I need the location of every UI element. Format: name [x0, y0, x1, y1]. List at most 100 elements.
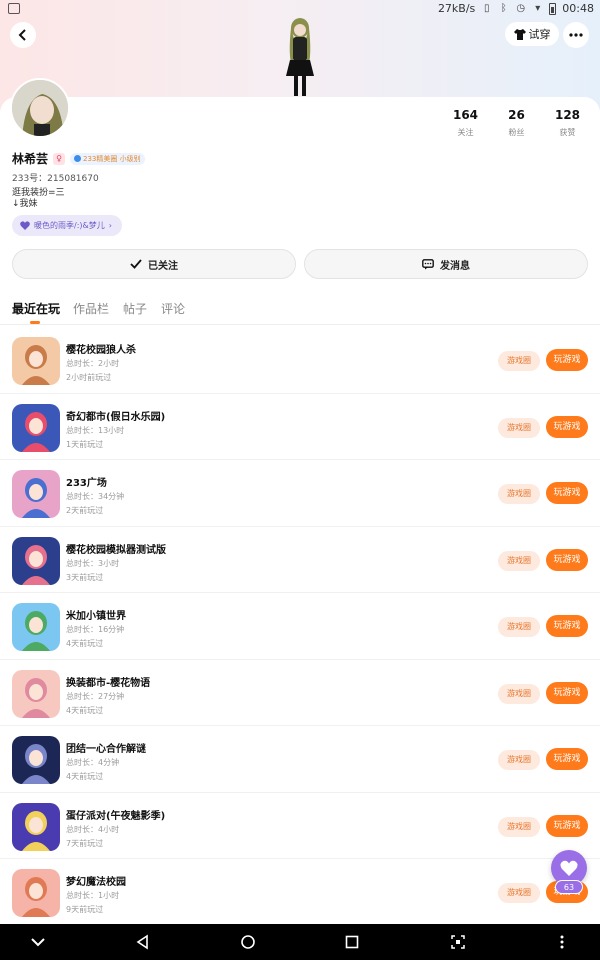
game-row[interactable]: 梦幻魔法校园总时长：1小时9天前玩过游戏圈玩游戏	[0, 859, 600, 926]
stat-number: 164	[452, 108, 479, 122]
heart-icon	[560, 860, 578, 876]
game-circle-button[interactable]: 游戏圈	[498, 816, 540, 837]
game-icon[interactable]	[12, 403, 60, 452]
back-button[interactable]	[10, 22, 36, 48]
game-last-played: 7天前玩过	[66, 838, 104, 848]
tab-recently-played[interactable]: 最近在玩	[12, 300, 60, 317]
back-nav-icon[interactable]	[135, 934, 151, 950]
game-icon[interactable]	[12, 736, 60, 784]
try-on-button[interactable]: 试穿	[505, 22, 559, 46]
check-icon	[130, 259, 142, 269]
game-icon[interactable]	[12, 802, 60, 851]
game-name: 换装都市-樱花物语	[66, 677, 151, 689]
tab-posts[interactable]: 帖子	[123, 300, 147, 317]
game-row[interactable]: 樱花校园模拟器测试版 总时长：3小时 3天前玩过 游戏圈 玩游戏	[0, 527, 600, 593]
stat-label: 获赞	[559, 128, 576, 137]
profile-bio: 逛我装扮=三 ↓我妹	[12, 188, 65, 210]
play-game-button[interactable]: 玩游戏	[546, 482, 588, 504]
home-nav-icon[interactable]	[240, 934, 256, 950]
game-icon[interactable]	[12, 603, 60, 651]
game-name: 樱花校园狼人杀	[66, 345, 136, 356]
game-circle-button[interactable]: 游戏圈	[498, 417, 540, 438]
game-circle-button[interactable]: 游戏圈	[498, 550, 540, 571]
shirt-icon	[513, 28, 526, 40]
level-badge[interactable]: 233精美圈 小级别	[70, 152, 145, 165]
stat-likes[interactable]: 128 获赞	[542, 108, 593, 138]
back-arrow-icon	[18, 29, 26, 41]
send-message-button[interactable]: 发消息	[304, 249, 588, 279]
network-speed: 27kB/s	[437, 2, 476, 15]
game-list: 樱花校园狼人杀 总时长：2小时 2小时前玩过 游戏圈 玩游戏奇幻都市(假日水乐园) 总时长…	[0, 327, 600, 926]
play-game-button[interactable]: 玩游戏	[546, 615, 588, 637]
game-duration: 总时长：3小时	[66, 558, 120, 568]
play-game-button[interactable]: 玩游戏	[546, 415, 588, 438]
clock: 00:48	[562, 2, 594, 15]
game-name: 梦幻魔法校园	[66, 877, 126, 888]
more-vertical-icon[interactable]	[554, 934, 570, 950]
bluetooth-icon: ᛒ	[500, 3, 507, 14]
game-last-played: 4天前玩过	[66, 639, 104, 648]
game-duration: 总时长：2小时	[66, 359, 120, 368]
followed-button[interactable]: 已关注	[12, 249, 296, 279]
game-row[interactable]: 233广场 总时长：34分钟 2天前玩过 游戏圈 玩游戏	[0, 460, 600, 527]
system-nav-bar	[0, 924, 600, 960]
heart-icon	[20, 221, 30, 230]
game-row[interactable]: 米加小镇世界 总时长：16分钟 4天前玩过 游戏圈 玩游戏	[0, 593, 600, 660]
notification-icon	[8, 3, 20, 14]
play-game-button[interactable]: 玩游戏	[546, 681, 588, 704]
game-row[interactable]: 团结一心合作解谜 总时长：4分钟 4天前玩过 游戏圈 玩游戏	[0, 726, 600, 793]
battery-icon	[549, 2, 557, 15]
profile-page: 27kB/s ▯ ᛒ ◷ ▾ 00:48 试穿 164 关注 26 粉丝 128…	[0, 0, 600, 960]
play-game-button[interactable]: 玩游戏	[546, 814, 588, 837]
message-icon	[422, 258, 434, 269]
send-message-label: 发消息	[440, 260, 470, 272]
game-icon[interactable]	[12, 536, 60, 585]
vibrate-icon: ▯	[484, 3, 490, 14]
stat-number: 26	[508, 108, 525, 122]
game-circle-button[interactable]: 游戏圈	[498, 883, 540, 903]
recents-nav-icon[interactable]	[344, 934, 360, 950]
game-name: 樱花校园模拟器测试版	[66, 544, 166, 556]
game-duration: 总时长：13小时	[66, 425, 125, 435]
stat-followers[interactable]: 26 粉丝	[491, 108, 542, 138]
play-game-button[interactable]: 玩游戏	[546, 548, 588, 571]
tab-works[interactable]: 作品栏	[73, 300, 109, 317]
game-last-played: 3天前玩过	[66, 572, 104, 582]
game-duration: 总时长：34分钟	[66, 492, 125, 501]
game-icon[interactable]	[12, 337, 60, 385]
game-circle-button[interactable]: 游戏圈	[498, 750, 540, 770]
game-row[interactable]: 蛋仔派对(午夜魅影季) 总时长：4小时 7天前玩过 游戏圈 玩游戏	[0, 793, 600, 859]
game-row[interactable]: 樱花校园狼人杀 总时长：2小时 2小时前玩过 游戏圈 玩游戏	[0, 327, 600, 394]
profile-stats: 164 关注 26 粉丝 128 获赞	[440, 108, 600, 138]
game-duration: 总时长：4分钟	[66, 758, 120, 767]
screenshot-icon[interactable]	[450, 934, 466, 950]
game-circle-button[interactable]: 游戏圈	[498, 351, 540, 371]
game-name: 蛋仔派对(午夜魅影季)	[66, 810, 166, 822]
game-icon[interactable]	[12, 669, 60, 718]
avatar-character-figure[interactable]	[272, 16, 328, 98]
relation-tag[interactable]: 暖色的雨季/:)&梦儿 ›	[12, 215, 122, 236]
game-row[interactable]: 奇幻都市(假日水乐园) 总时长：13小时 1天前玩过 游戏圈 玩游戏	[0, 394, 600, 460]
game-name: 奇幻都市(假日水乐园)	[66, 411, 166, 423]
game-duration: 总时长：1小时	[66, 891, 120, 900]
play-game-button[interactable]: 玩游戏	[546, 349, 588, 371]
hide-keyboard-icon[interactable]	[30, 934, 46, 950]
game-circle-button[interactable]: 游戏圈	[498, 617, 540, 637]
game-icon[interactable]	[12, 869, 60, 917]
floating-heart-count: 63	[555, 880, 583, 894]
avatar[interactable]	[10, 78, 70, 138]
game-last-played: 2天前玩过	[66, 506, 104, 515]
game-circle-button[interactable]: 游戏圈	[498, 683, 540, 704]
account-id: 233号：215081670	[12, 174, 99, 184]
bio-line: 逛我装扮=三	[12, 188, 65, 198]
game-icon[interactable]	[12, 470, 60, 518]
tab-comments[interactable]: 评论	[161, 300, 185, 317]
game-circle-button[interactable]: 游戏圈	[498, 484, 540, 504]
play-game-button[interactable]: 玩游戏	[546, 748, 588, 770]
game-row[interactable]: 换装都市-樱花物语 总时长：27分钟 4天前玩过 游戏圈 玩游戏	[0, 660, 600, 726]
relation-tag-label: 暖色的雨季/:)&梦儿	[34, 221, 105, 230]
stat-following[interactable]: 164 关注	[440, 108, 491, 138]
game-duration: 总时长：4小时	[66, 824, 120, 834]
more-options-button[interactable]	[563, 22, 589, 48]
profile-name: 林希芸	[12, 152, 49, 166]
